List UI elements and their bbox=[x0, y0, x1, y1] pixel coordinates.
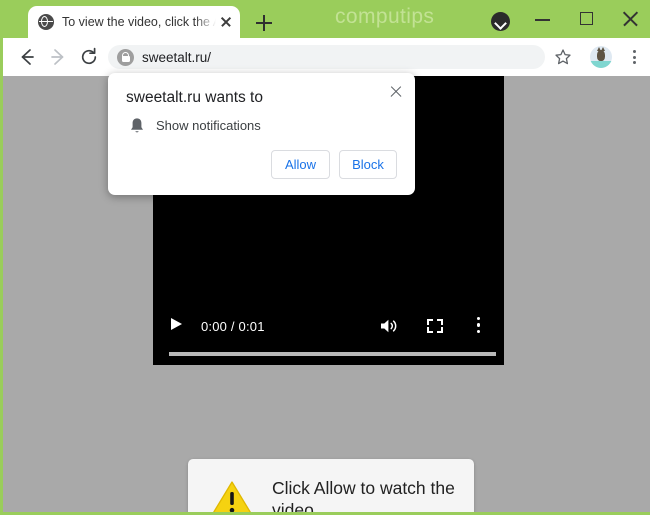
address-bar[interactable]: sweetalt.ru/ bbox=[108, 45, 545, 69]
warning-text: Click Allow to watch the video bbox=[272, 478, 455, 512]
browser-toolbar: sweetalt.ru/ bbox=[3, 38, 650, 76]
more-vertical-icon[interactable] bbox=[477, 317, 481, 335]
close-icon[interactable] bbox=[387, 83, 405, 101]
bookmark-star-icon[interactable] bbox=[554, 48, 572, 66]
bell-icon bbox=[129, 117, 145, 135]
dialog-title: sweetalt.ru wants to bbox=[126, 89, 263, 106]
close-window-button[interactable] bbox=[617, 6, 645, 32]
new-tab-button[interactable] bbox=[253, 12, 275, 34]
video-time-display: 0:00 / 0:01 bbox=[201, 319, 265, 334]
browser-tab[interactable]: To view the video, click the Allow bbox=[28, 6, 240, 38]
minimize-button[interactable] bbox=[529, 6, 557, 32]
avatar-background bbox=[590, 61, 612, 68]
close-icon[interactable] bbox=[218, 14, 234, 30]
tab-title: To view the video, click the Allow bbox=[62, 15, 216, 29]
watermark-computips: computips bbox=[335, 5, 435, 28]
globe-icon bbox=[38, 14, 54, 30]
tab-strip: computips To view the video, click the A… bbox=[3, 0, 650, 38]
fullscreen-icon[interactable] bbox=[427, 319, 443, 333]
avatar[interactable] bbox=[590, 46, 612, 68]
permission-label: Show notifications bbox=[156, 118, 261, 133]
browser-window: computips To view the video, click the A… bbox=[0, 0, 650, 515]
chevron-down-icon[interactable] bbox=[491, 12, 510, 31]
volume-icon[interactable] bbox=[380, 318, 400, 334]
allow-button[interactable]: Allow bbox=[271, 150, 330, 179]
lock-icon[interactable] bbox=[117, 48, 134, 66]
block-button[interactable]: Block bbox=[339, 150, 397, 179]
warning-triangle-icon bbox=[210, 479, 254, 512]
avatar-cat-icon bbox=[597, 47, 605, 61]
warning-banner: Click Allow to watch the video bbox=[188, 459, 474, 512]
forward-arrow-icon[interactable] bbox=[47, 46, 69, 68]
reload-icon[interactable] bbox=[78, 46, 100, 68]
url-text: sweetalt.ru/ bbox=[142, 49, 212, 65]
notification-permission-dialog: sweetalt.ru wants to Show notifications … bbox=[108, 73, 415, 195]
play-icon[interactable] bbox=[171, 318, 182, 330]
back-arrow-icon[interactable] bbox=[16, 46, 38, 68]
video-controls: 0:00 / 0:01 bbox=[153, 287, 504, 365]
chrome-menu-icon[interactable] bbox=[625, 46, 643, 68]
maximize-button[interactable] bbox=[573, 6, 601, 32]
video-progress-bar[interactable] bbox=[169, 352, 496, 356]
